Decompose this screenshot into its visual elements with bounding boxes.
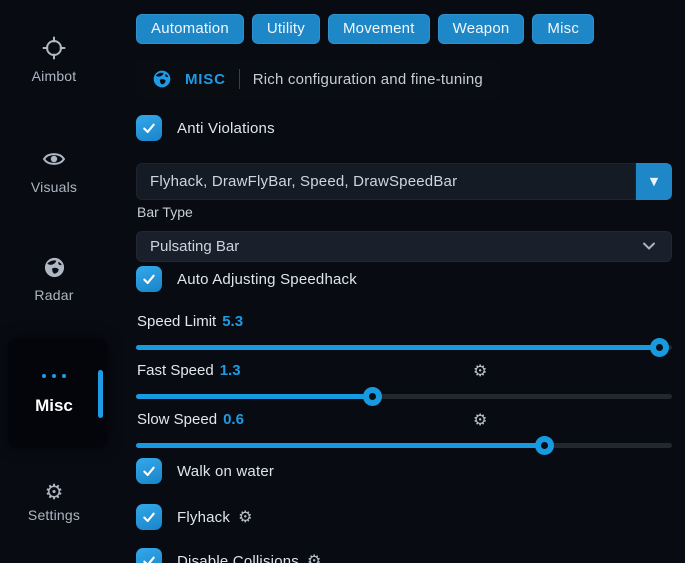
checkbox-label: Flyhack (177, 509, 230, 526)
sidebar-item-label: Settings (28, 507, 80, 523)
speed-limit-value: 5.3 (222, 313, 243, 330)
gear-icon: ⚙ (0, 482, 108, 503)
disable-collisions-checkbox-row[interactable]: Disable Collisions ⚙ (136, 548, 322, 563)
sidebar-item-label: Visuals (31, 179, 77, 195)
section-subtitle: Rich configuration and fine-tuning (253, 71, 483, 88)
auto-adjusting-speedhack-checkbox-row[interactable]: Auto Adjusting Speedhack (136, 266, 357, 292)
tab-utility[interactable]: Utility (252, 14, 320, 44)
walk-on-water-checkbox-row[interactable]: Walk on water (136, 458, 274, 484)
fast-speed-label: Fast Speed1.3 (137, 362, 241, 380)
slow-speed-slider[interactable] (136, 436, 672, 455)
bar-type-value: Pulsating Bar (150, 238, 239, 255)
sidebar-item-misc-selected[interactable]: Misc (8, 338, 108, 448)
slow-speed-label: Slow Speed0.6 (137, 411, 244, 429)
tab-movement[interactable]: Movement (328, 14, 430, 44)
checkbox-label: Disable Collisions (177, 553, 299, 563)
cheat-menu-window: Aimbot Visuals Radar (0, 0, 685, 563)
disable-collisions-gear-icon[interactable]: ⚙ (307, 553, 322, 563)
selected-accent-bar (98, 370, 103, 418)
globe-icon (152, 69, 172, 89)
slider-handle[interactable] (363, 387, 382, 406)
flyhack-gear-icon[interactable]: ⚙ (238, 509, 253, 525)
sidebar-item-aimbot[interactable]: Aimbot (0, 36, 108, 86)
checkbox-label: Auto Adjusting Speedhack (177, 271, 357, 288)
section-title: MISC (185, 71, 226, 88)
fast-speed-slider[interactable] (136, 387, 672, 406)
feature-multiselect-open-button[interactable]: ▼ (636, 163, 672, 200)
slider-fill (136, 443, 545, 448)
flyhack-checkbox-row[interactable]: Flyhack ⚙ (136, 504, 253, 530)
sidebar-item-visuals[interactable]: Visuals (0, 147, 108, 197)
checkbox-checked-icon[interactable] (136, 548, 162, 563)
checkbox-checked-icon[interactable] (136, 458, 162, 484)
tab-weapon[interactable]: Weapon (438, 14, 525, 44)
checkbox-checked-icon[interactable] (136, 115, 162, 141)
slider-fill (136, 394, 373, 399)
checkbox-label: Anti Violations (177, 120, 275, 137)
tab-misc[interactable]: Misc (532, 14, 594, 44)
checkbox-label: Walk on water (177, 463, 274, 480)
sidebar-item-radar[interactable]: Radar (0, 256, 108, 305)
divider (239, 69, 240, 89)
crosshair-icon (0, 36, 108, 64)
slow-speed-gear-icon[interactable]: ⚙ (473, 412, 487, 428)
sidebar-item-label: Radar (34, 287, 73, 303)
section-header: MISC Rich configuration and fine-tuning (136, 60, 500, 98)
eye-icon (0, 147, 108, 175)
chevron-down-icon (642, 241, 656, 251)
globe-icon (0, 256, 108, 283)
slider-fill (136, 345, 660, 350)
feature-multiselect-value[interactable]: Flyhack, DrawFlyBar, Speed, DrawSpeedBar (136, 163, 636, 200)
checkbox-checked-icon[interactable] (136, 504, 162, 530)
sidebar-item-label: Misc (8, 396, 100, 416)
bar-type-select[interactable]: Pulsating Bar (136, 231, 672, 262)
speed-limit-label: Speed Limit5.3 (137, 313, 243, 331)
dropdown-triangle-icon: ▼ (650, 175, 658, 188)
bar-type-label: Bar Type (137, 204, 193, 220)
category-tabs: Automation Utility Movement Weapon Misc (136, 14, 594, 44)
fast-speed-gear-icon[interactable]: ⚙ (473, 363, 487, 379)
slider-handle[interactable] (535, 436, 554, 455)
slow-speed-value: 0.6 (223, 411, 244, 428)
feature-multiselect: Flyhack, DrawFlyBar, Speed, DrawSpeedBar… (136, 163, 672, 200)
fast-speed-value: 1.3 (220, 362, 241, 379)
tab-automation[interactable]: Automation (136, 14, 244, 44)
sidebar-item-settings[interactable]: ⚙ Settings (0, 482, 108, 525)
ellipsis-icon (8, 374, 100, 378)
speed-limit-slider[interactable] (136, 338, 672, 357)
anti-violations-checkbox-row[interactable]: Anti Violations (136, 115, 275, 141)
checkbox-checked-icon[interactable] (136, 266, 162, 292)
sidebar-item-label: Aimbot (32, 68, 77, 84)
slider-handle[interactable] (650, 338, 669, 357)
